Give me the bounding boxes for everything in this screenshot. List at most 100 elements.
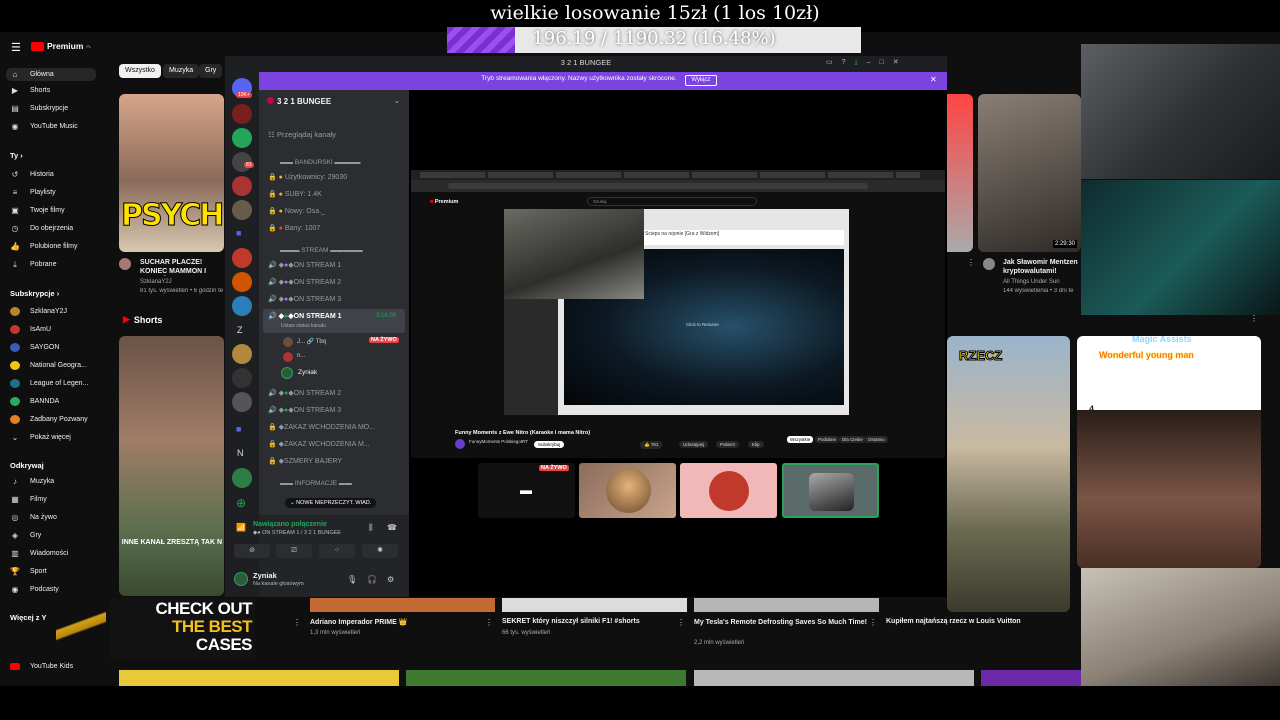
voice-channel[interactable]: 🔊 ◆●◆ON STREAM 1 <box>268 261 341 269</box>
video-thumbnail[interactable] <box>694 670 974 686</box>
you-header[interactable]: Ty › <box>10 151 23 160</box>
nav-your-videos[interactable]: ▣ Twoje filmy <box>10 206 64 215</box>
video-title[interactable]: Adriano Imperador PRIME 👑 <box>310 618 490 626</box>
channel-avatar[interactable] <box>983 258 995 270</box>
more-options-icon[interactable]: ⋮ <box>967 258 975 267</box>
minimize-icon[interactable]: – <box>867 59 880 66</box>
member-avatar[interactable] <box>281 367 293 379</box>
folder-icon[interactable]: ■ <box>236 228 241 238</box>
video-channel[interactable]: SzklanaY2J <box>140 279 172 285</box>
soundboard-icon[interactable]: ✺ <box>362 544 398 558</box>
voice-channel-active[interactable]: 🔊 ◆●◆ON STREAM 1 <box>268 312 342 320</box>
close-banner-icon[interactable]: ✕ <box>930 75 937 84</box>
voice-channel-locked[interactable]: 🔒 ◆ZAKAZ WCHODZENIA M... <box>268 440 370 448</box>
camera-off-icon[interactable]: ⊘ <box>234 544 270 558</box>
participant-tile[interactable] <box>579 463 676 518</box>
server-icon[interactable] <box>232 128 252 148</box>
nav-subscriptions[interactable]: ▤ Subskrypcje <box>10 104 68 113</box>
video-title[interactable]: SUCHAR PLACZE! KONIEC MAMMON I POWRÓT HO… <box>140 258 225 276</box>
server-icon[interactable] <box>232 468 252 488</box>
member-name[interactable]: Zyniak <box>298 369 317 376</box>
video-title[interactable]: Jak Sławomir Mentzen kryptowalutami! <box>1003 258 1081 276</box>
nav-watch-later[interactable]: ◷ Do obejrzenia <box>10 224 74 233</box>
screen-share-icon[interactable]: ⎚ <box>276 544 312 558</box>
voice-channel[interactable]: 🔊 ◆●◆ON STREAM 2 <box>268 389 341 397</box>
voice-channel-locked[interactable]: 🔒 ◆ZAKAZ WCHODZENIA MO... <box>268 423 375 431</box>
more-options-icon[interactable]: ⋮ <box>293 618 301 627</box>
video-thumbnail[interactable] <box>981 670 1081 686</box>
server-letter-icon[interactable]: N <box>237 448 244 458</box>
noise-suppression-icon[interactable]: ⫼ <box>369 523 373 533</box>
server-icon[interactable] <box>232 200 252 220</box>
voice-channel[interactable]: 🔊 ◆●◆ON STREAM 2 <box>268 278 341 286</box>
video-thumbnail[interactable] <box>406 670 686 686</box>
chip-games[interactable]: Gry <box>199 64 223 78</box>
short-thumbnail[interactable]: INNE KANAŁ ZRESZTĄ TAK N <box>119 336 224 596</box>
voice-channel[interactable]: 🔊 ◆●◆ON STREAM 3 <box>268 406 341 414</box>
subs-header[interactable]: Subskrypcje › <box>10 289 59 298</box>
explore-games[interactable]: ◈ Gry <box>10 531 41 540</box>
sub-item[interactable]: National Geogra... <box>10 361 87 370</box>
explore-podcasts[interactable]: ◉ Podcasty <box>10 585 59 594</box>
server-icon[interactable] <box>232 296 252 316</box>
nav-music[interactable]: ◉ YouTube Music <box>10 122 78 131</box>
category-header[interactable]: ▬▬ INFORMACJE ▬▬ <box>280 480 352 487</box>
server-icon[interactable] <box>232 344 252 364</box>
server-icon[interactable] <box>232 248 252 268</box>
channel-avatar[interactable] <box>119 258 131 270</box>
member-avatar[interactable] <box>283 337 293 347</box>
video-title[interactable]: My Tesla's Remote Defrosting Saves So Mu… <box>694 618 874 627</box>
video-thumbnail[interactable] <box>502 598 687 612</box>
nav-downloads[interactable]: ⤓ Pobrane <box>10 260 56 269</box>
browse-channels[interactable]: ☷ Przeglądaj kanały <box>268 130 336 139</box>
settings-gear-icon[interactable]: ⚙ <box>387 575 394 584</box>
user-name[interactable]: Zyniak <box>253 571 277 580</box>
nav-home[interactable]: ⌂ Główna <box>6 68 96 81</box>
category-header[interactable]: ▬▬ BANDURSKI ▬▬▬▬ <box>280 159 361 166</box>
server-icon[interactable] <box>232 104 252 124</box>
more-options-icon[interactable]: ⋮ <box>1250 314 1258 323</box>
help-icon[interactable]: ? <box>842 59 855 66</box>
menu-icon[interactable]: ☰ <box>11 41 21 54</box>
video-thumbnail[interactable] <box>119 670 399 686</box>
short-thumbnail[interactable]: Magic Assists Wonderful young man 4 <box>1077 336 1261 568</box>
disconnect-icon[interactable]: ☎ <box>387 523 397 532</box>
explore-films[interactable]: ▦ Filmy <box>10 495 47 504</box>
nav-playlists[interactable]: ≡ Playlisty <box>10 188 56 197</box>
video-thumbnail[interactable]: 2:29:30 <box>978 94 1081 252</box>
download-icon[interactable]: ⤓ <box>855 59 867 66</box>
sub-item[interactable]: IsAmU <box>10 325 51 334</box>
server-icon[interactable] <box>232 368 252 388</box>
video-channel[interactable]: All Things Under Sun <box>1003 279 1060 285</box>
server-header[interactable]: 3 2 1 BUNGEE <box>267 97 331 106</box>
server-letter-icon[interactable]: Z <box>237 325 243 335</box>
voice-connected-label[interactable]: Nawiązano połączenie <box>253 521 327 528</box>
participant-tile[interactable] <box>680 463 777 518</box>
maximize-icon[interactable]: □ <box>880 59 893 66</box>
sub-item[interactable]: League of Legen... <box>10 379 88 388</box>
video-title[interactable]: SEKRET który niszczył silniki F1! #short… <box>502 618 682 625</box>
monitor-icon[interactable]: ▭ <box>826 59 842 66</box>
server-icon[interactable] <box>232 272 252 292</box>
unread-tooltip[interactable]: ⌄ NOWE NIEPRZECZYT. WIAD. <box>285 498 377 508</box>
member-name[interactable]: J... 🔗 Tbq <box>297 338 326 345</box>
user-avatar[interactable] <box>234 572 248 586</box>
voice-channel[interactable]: 🔊 ◆●◆ON STREAM 3 <box>268 295 341 303</box>
explore-sport[interactable]: 🏆 Sport <box>10 567 47 576</box>
video-thumbnail[interactable]: PSYCH <box>119 94 224 252</box>
youtube-logo[interactable]: Premium PL <box>31 41 91 51</box>
add-server-icon[interactable]: ⊕ <box>236 496 246 510</box>
show-more[interactable]: ⌄ Pokaż więcej <box>10 433 71 442</box>
video-thumbnail[interactable] <box>694 598 879 612</box>
member-name[interactable]: n... <box>297 353 305 359</box>
chevron-down-icon[interactable]: ⌄ <box>394 97 400 105</box>
explore-news[interactable]: ▥ Wiadomości <box>10 549 68 558</box>
nav-liked[interactable]: 👍 Polubione filmy <box>10 242 77 251</box>
channel-item[interactable]: 🔒 ● Bany: 1007 <box>268 224 320 232</box>
sub-item[interactable]: SAYGON <box>10 343 59 352</box>
more-options-icon[interactable]: ⋮ <box>869 618 877 627</box>
category-header[interactable]: ▬▬▬ STREAM ▬▬▬▬▬ <box>280 247 363 254</box>
explore-music[interactable]: ♪ Muzyka <box>10 477 54 486</box>
server-icon[interactable] <box>232 176 252 196</box>
video-thumbnail[interactable] <box>947 94 973 252</box>
